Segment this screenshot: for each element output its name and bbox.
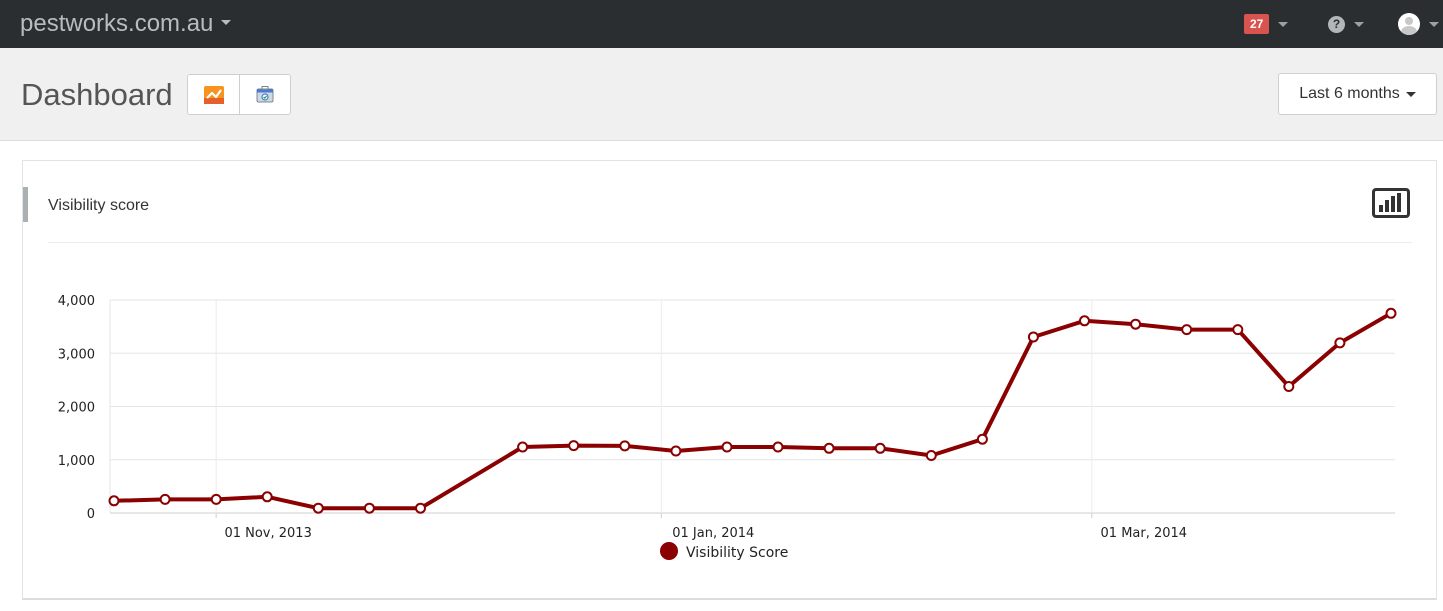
x-tick-label: 01 Mar, 2014 — [1101, 526, 1188, 541]
data-point — [363, 502, 375, 514]
y-tick-label: 2,000 — [58, 401, 95, 416]
data-point — [874, 442, 886, 454]
data-point — [823, 442, 835, 454]
y-tick-label: 3,000 — [58, 347, 95, 362]
data-point — [261, 491, 273, 503]
x-tick-label: 01 Jan, 2014 — [672, 526, 754, 541]
x-tick-label: 01 Nov, 2013 — [224, 526, 311, 541]
series-line — [112, 311, 1393, 511]
data-point — [1385, 307, 1397, 319]
visibility-line-chart: 0 1,000 2,000 3,000 4,000 01 Nov, 2013 01 Jan,… — [58, 294, 1397, 561]
data-point — [1027, 331, 1039, 343]
data-point — [159, 493, 171, 505]
data-point — [108, 495, 120, 507]
data-point — [1334, 337, 1346, 349]
y-tick-label: 0 — [87, 507, 95, 522]
data-point — [210, 493, 222, 505]
data-point — [1130, 318, 1142, 330]
data-point — [312, 502, 324, 514]
legend-label: Visibility Score — [686, 545, 788, 561]
data-point — [568, 440, 580, 452]
data-point — [670, 445, 682, 457]
data-point — [619, 440, 631, 452]
data-point — [1283, 381, 1295, 392]
legend-marker — [660, 542, 678, 560]
data-point — [415, 502, 426, 514]
data-point — [1232, 324, 1244, 336]
data-point — [925, 450, 937, 461]
data-point — [721, 441, 733, 453]
y-tick-label: 1,000 — [58, 454, 95, 469]
data-point — [517, 441, 529, 453]
y-tick-label: 4,000 — [58, 294, 95, 309]
data-point — [1181, 324, 1193, 336]
data-point — [772, 441, 784, 453]
data-point — [1079, 315, 1090, 327]
data-point — [976, 433, 988, 445]
